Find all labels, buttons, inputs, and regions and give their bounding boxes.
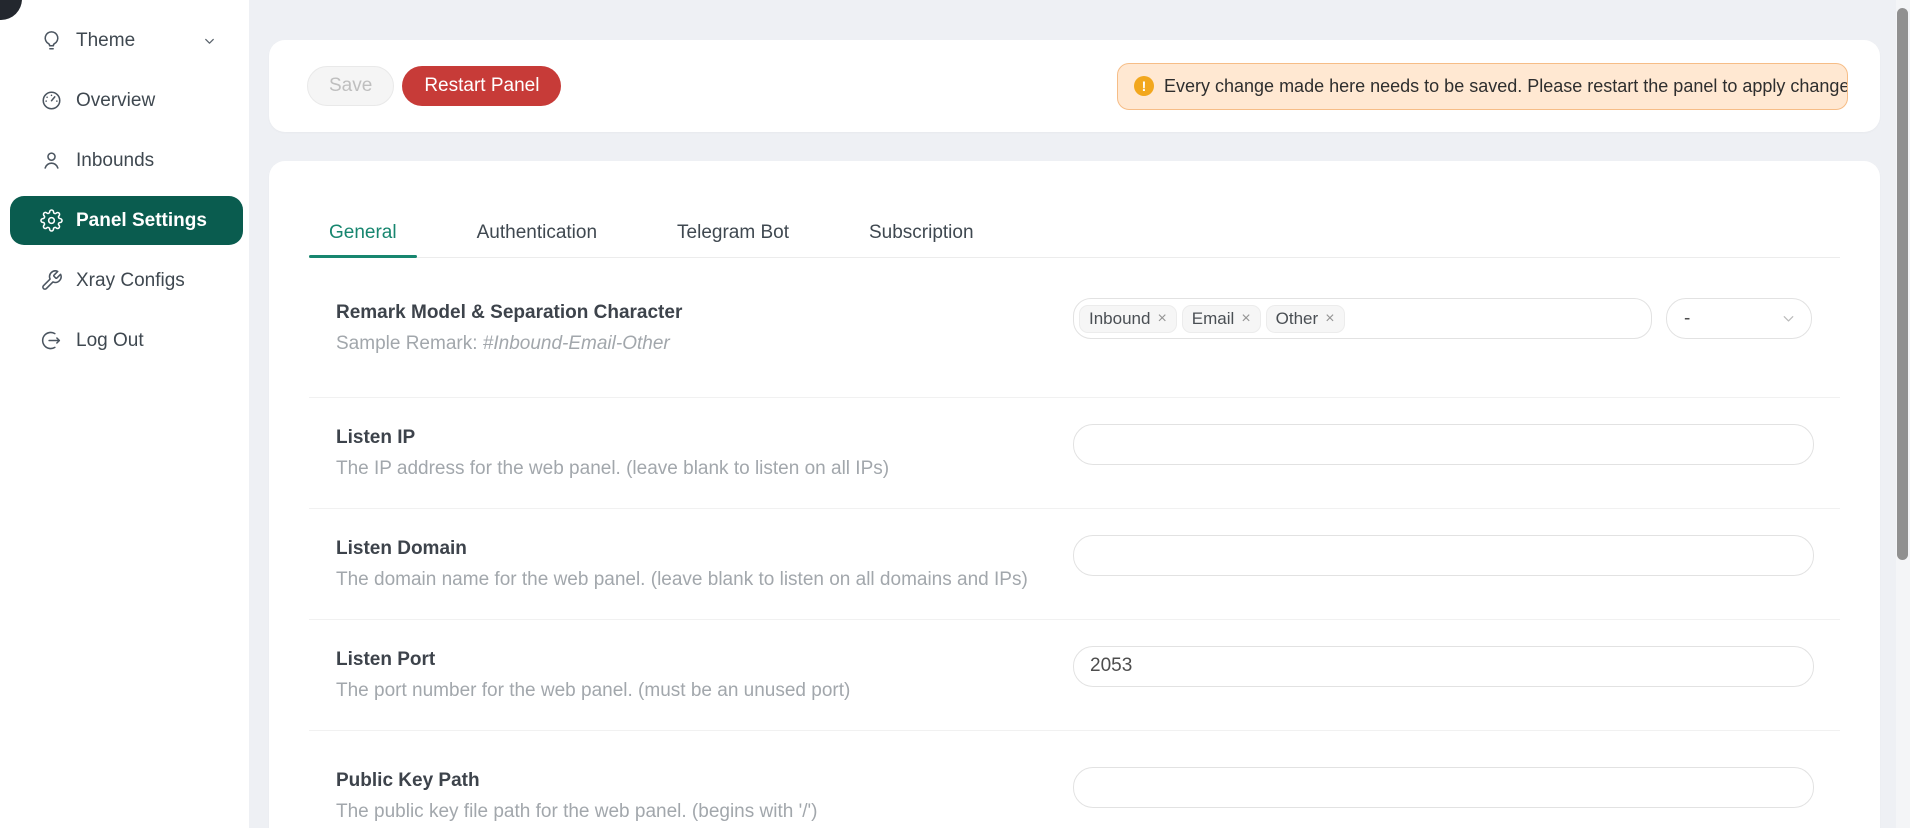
scrollbar-thumb[interactable] xyxy=(1897,8,1908,560)
sidebar-menu: Theme Overview Inbounds Panel Settings xyxy=(0,0,249,365)
setting-title: Listen Port xyxy=(336,644,850,675)
setting-labels: Remark Model & Separation Character Samp… xyxy=(336,297,682,359)
sample-remark-value: #Inbound-Email-Other xyxy=(483,333,670,354)
setting-labels: Listen Domain The domain name for the we… xyxy=(336,533,1028,595)
listen-ip-input[interactable] xyxy=(1073,424,1814,465)
lightbulb-icon xyxy=(40,29,63,52)
toolbar-card: Save Restart Panel ! Every change made h… xyxy=(269,40,1880,132)
sidebar-item-inbounds[interactable]: Inbounds xyxy=(10,136,243,185)
warning-icon: ! xyxy=(1134,76,1154,96)
tag-other: Other × xyxy=(1266,305,1345,333)
panel-settings-card: General Authentication Telegram Bot Subs… xyxy=(269,161,1880,828)
sidebar-item-label: Panel Settings xyxy=(76,210,207,232)
remove-tag-icon[interactable]: × xyxy=(1241,311,1250,327)
setting-title: Listen IP xyxy=(336,422,889,453)
sidebar-item-label: Theme xyxy=(76,30,135,52)
sidebar-item-label: Xray Configs xyxy=(76,270,185,292)
sidebar-item-xray-configs[interactable]: Xray Configs xyxy=(10,256,243,305)
main-content: Save Restart Panel ! Every change made h… xyxy=(249,0,1910,828)
remove-tag-icon[interactable]: × xyxy=(1325,311,1334,327)
setting-title: Public Key Path xyxy=(336,765,817,796)
setting-controls xyxy=(1073,767,1814,808)
setting-row-listen-port: Listen Port The port number for the web … xyxy=(309,620,1840,731)
sample-remark-prefix: Sample Remark: xyxy=(336,333,483,354)
tag-inbound: Inbound × xyxy=(1079,305,1177,333)
setting-title: Remark Model & Separation Character xyxy=(336,297,682,328)
sidebar-item-panel-settings[interactable]: Panel Settings xyxy=(10,196,243,245)
setting-controls xyxy=(1073,646,1814,687)
tag-email: Email × xyxy=(1182,305,1261,333)
chevron-down-icon xyxy=(202,33,217,48)
chevron-down-icon xyxy=(1780,310,1797,327)
setting-labels: Listen Port The port number for the web … xyxy=(336,644,850,706)
wrench-icon xyxy=(40,269,63,292)
logout-icon xyxy=(40,329,63,352)
public-key-path-input[interactable] xyxy=(1073,767,1814,808)
setting-description: The IP address for the web panel. (leave… xyxy=(336,453,889,484)
sidebar-item-label: Overview xyxy=(76,90,155,112)
separator-value: - xyxy=(1684,308,1690,330)
tab-telegram-bot[interactable]: Telegram Bot xyxy=(657,211,809,257)
scrollbar-track[interactable] xyxy=(1896,0,1910,828)
alert-message: Every change made here needs to be saved… xyxy=(1164,76,1848,97)
setting-row-remark-model: Remark Model & Separation Character Samp… xyxy=(309,258,1840,398)
setting-labels: Listen IP The IP address for the web pan… xyxy=(336,422,889,484)
settings-tabs: General Authentication Telegram Bot Subs… xyxy=(309,161,1840,258)
gear-icon xyxy=(40,209,63,232)
setting-description: The domain name for the web panel. (leav… xyxy=(336,564,1028,595)
setting-controls xyxy=(1073,535,1814,576)
dashboard-icon xyxy=(40,89,63,112)
separator-select[interactable]: - xyxy=(1666,298,1812,339)
listen-port-input[interactable] xyxy=(1073,646,1814,687)
sidebar-item-label: Inbounds xyxy=(76,150,154,172)
setting-controls: Inbound × Email × Other × - xyxy=(1073,298,1814,339)
tag-label: Inbound xyxy=(1089,309,1150,329)
setting-description: The public key file path for the web pan… xyxy=(336,796,817,827)
tab-authentication[interactable]: Authentication xyxy=(457,211,617,257)
sidebar-item-label: Log Out xyxy=(76,330,144,352)
restart-warning-alert: ! Every change made here needs to be sav… xyxy=(1117,63,1848,110)
setting-description: The port number for the web panel. (must… xyxy=(336,675,850,706)
general-settings-form: Remark Model & Separation Character Samp… xyxy=(309,258,1840,828)
setting-labels: Public Key Path The public key file path… xyxy=(336,765,817,827)
setting-row-public-key-path: Public Key Path The public key file path… xyxy=(309,731,1840,828)
sidebar-item-theme[interactable]: Theme xyxy=(10,16,243,65)
sidebar-item-logout[interactable]: Log Out xyxy=(10,316,243,365)
restart-panel-button[interactable]: Restart Panel xyxy=(402,66,561,106)
tag-label: Email xyxy=(1192,309,1235,329)
user-icon xyxy=(40,149,63,172)
tab-general[interactable]: General xyxy=(309,211,417,257)
listen-domain-input[interactable] xyxy=(1073,535,1814,576)
setting-description: Sample Remark: #Inbound-Email-Other xyxy=(336,328,682,359)
setting-row-listen-ip: Listen IP The IP address for the web pan… xyxy=(309,398,1840,509)
setting-title: Listen Domain xyxy=(336,533,1028,564)
remark-model-multiselect[interactable]: Inbound × Email × Other × xyxy=(1073,298,1652,339)
sidebar: Theme Overview Inbounds Panel Settings xyxy=(0,0,249,828)
sidebar-item-overview[interactable]: Overview xyxy=(10,76,243,125)
setting-controls xyxy=(1073,424,1814,465)
save-button[interactable]: Save xyxy=(307,66,394,106)
setting-row-listen-domain: Listen Domain The domain name for the we… xyxy=(309,509,1840,620)
tag-label: Other xyxy=(1276,309,1319,329)
remove-tag-icon[interactable]: × xyxy=(1157,311,1166,327)
tab-subscription[interactable]: Subscription xyxy=(849,211,994,257)
